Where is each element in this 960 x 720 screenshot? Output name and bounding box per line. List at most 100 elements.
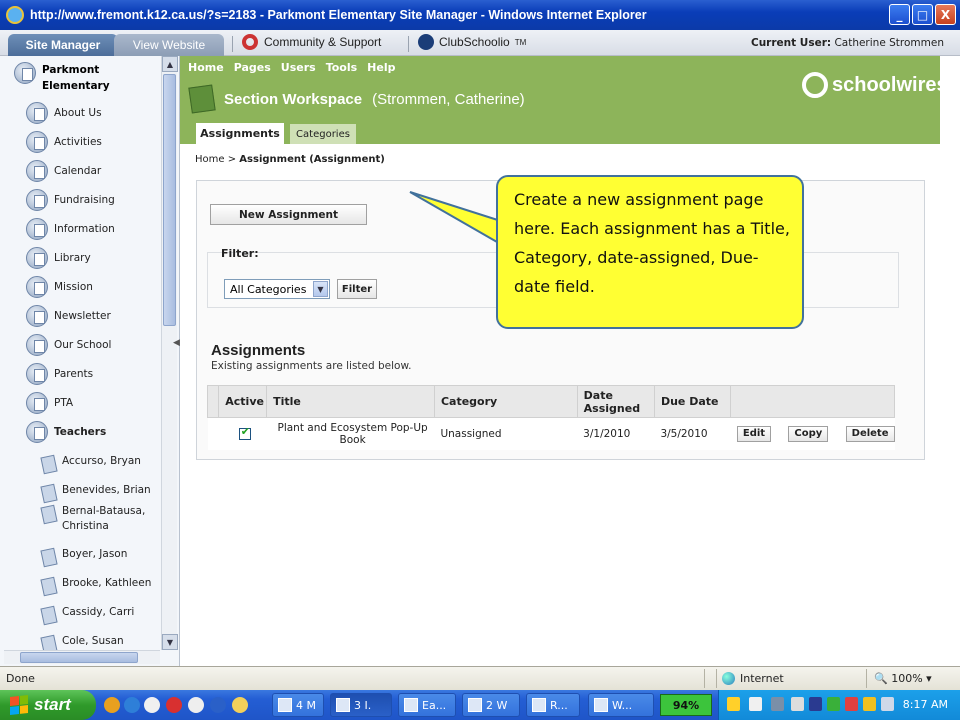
delete-button[interactable]: Delete	[845, 425, 895, 442]
maximize-button[interactable]: □	[912, 4, 933, 25]
scrollbar-thumb[interactable]	[163, 74, 176, 326]
taskbar-item-explorer[interactable]: 2 W	[462, 693, 520, 717]
minimize-button[interactable]: _	[889, 4, 910, 25]
page-icon	[38, 483, 58, 503]
nav-tools[interactable]: Tools	[326, 61, 357, 74]
sidebar-horizontal-scrollbar[interactable]	[4, 650, 160, 664]
scroll-down-icon[interactable]: ▼	[162, 634, 178, 650]
warning-icon[interactable]	[727, 697, 740, 711]
taskbar-item-ie[interactable]: 3 I.	[330, 693, 392, 717]
clock: 8:17 AM	[902, 698, 948, 711]
sidebar-item-activities[interactable]: Activities	[26, 131, 102, 153]
tray-icon[interactable]	[771, 697, 784, 711]
sidebar-vertical-scrollbar[interactable]: ▲ ▼	[161, 56, 178, 650]
clubschoolio-link[interactable]: ClubSchoolio TM	[418, 34, 526, 50]
sidebar-item-calendar[interactable]: Calendar	[26, 160, 101, 182]
edit-button[interactable]: Edit	[736, 425, 772, 442]
selected-category: All Categories	[230, 282, 307, 296]
sidebar-item-label: Our School	[54, 339, 112, 351]
task-label: 2 W	[486, 698, 508, 712]
collapse-sidebar-icon[interactable]: ◀	[173, 338, 180, 348]
page-icon	[38, 454, 58, 474]
site-manager-tab[interactable]: Site Manager	[8, 34, 118, 56]
sidebar-teacher-boyer[interactable]: Boyer, Jason	[38, 547, 127, 567]
column-spacer	[206, 385, 220, 418]
taskbar-item-word[interactable]: 4 M	[272, 693, 324, 717]
sidebar-item-fundraising[interactable]: Fundraising	[26, 189, 115, 211]
nav-help[interactable]: Help	[367, 61, 395, 74]
nav-home[interactable]: Home	[188, 61, 224, 74]
current-user: Current User: Catherine Strommen	[751, 37, 944, 49]
new-assignment-button[interactable]: New Assignment	[210, 204, 367, 225]
sidebar-root[interactable]: Parkmont Elementary	[14, 62, 110, 94]
tray-icon[interactable]	[845, 697, 858, 711]
sidebar-item-newsletter[interactable]: Newsletter	[26, 305, 111, 327]
sidebar-item-information[interactable]: Information	[26, 218, 115, 240]
page-icon	[38, 504, 58, 524]
close-button[interactable]: X	[935, 4, 956, 25]
sidebar-item-label: PTA	[54, 397, 74, 409]
sidebar-teacher-bernal-batausa[interactable]: Bernal-Batausa, Christina	[38, 504, 145, 534]
sidebar-item-parents[interactable]: Parents	[26, 363, 93, 385]
table-row: Plant and Ecosystem Pop-Up Book Unassign…	[207, 417, 895, 450]
security-zone: Internet	[722, 672, 784, 685]
globe-icon	[722, 672, 735, 685]
divider	[408, 36, 409, 52]
divider	[232, 36, 233, 52]
page-icon	[38, 576, 58, 596]
sidebar-item-pta[interactable]: PTA	[26, 392, 73, 414]
sidebar-item-teachers[interactable]: Teachers	[26, 421, 106, 443]
category-filter-select[interactable]: All Categories ▼	[224, 279, 330, 299]
sidebar-item-mission[interactable]: Mission	[26, 276, 93, 298]
mail-icon	[404, 698, 418, 712]
sidebar-teacher-accurso[interactable]: Accurso, Bryan	[38, 454, 141, 474]
quicklaunch-icon[interactable]	[232, 697, 248, 713]
taskbar-item-outlook[interactable]: Ea...	[398, 693, 456, 717]
start-button[interactable]: start	[0, 690, 96, 720]
tray-icon[interactable]	[749, 697, 762, 711]
nav-pages[interactable]: Pages	[234, 61, 271, 74]
page-icon	[26, 102, 48, 124]
community-support-link[interactable]: Community & Support	[242, 34, 381, 50]
quicklaunch-icon[interactable]	[144, 697, 160, 713]
quicklaunch-icon[interactable]	[166, 697, 182, 713]
breadcrumb-home[interactable]: Home	[195, 154, 225, 165]
registered-mark: ®	[951, 80, 959, 90]
tray-icon[interactable]	[809, 697, 822, 711]
zoom-level[interactable]: 🔍 100% ▾	[874, 672, 932, 685]
current-user-name: Catherine Strommen	[834, 37, 944, 49]
sidebar-item-library[interactable]: Library	[26, 247, 91, 269]
taskbar-item-w[interactable]: W...	[588, 693, 654, 717]
column-active: Active	[218, 385, 268, 418]
tray-icon[interactable]	[827, 697, 840, 711]
nav-users[interactable]: Users	[281, 61, 316, 74]
sidebar-teacher-brooke[interactable]: Brooke, Kathleen	[38, 576, 151, 596]
tab-categories[interactable]: Categories	[290, 124, 356, 144]
view-website-tab[interactable]: View Website	[114, 34, 224, 56]
taskbar-item-r[interactable]: R...	[526, 693, 580, 717]
copy-button[interactable]: Copy	[788, 425, 829, 442]
tab-assignments[interactable]: Assignments	[196, 123, 284, 144]
tray-icon[interactable]	[791, 697, 804, 711]
teacher-name: Cassidy, Carri	[62, 606, 135, 618]
sidebar-item-about-us[interactable]: About Us	[26, 102, 102, 124]
sidebar-item-our-school[interactable]: Our School	[26, 334, 111, 356]
volume-icon[interactable]	[881, 697, 894, 711]
quicklaunch-icon[interactable]	[210, 697, 226, 713]
sidebar-teacher-benevides[interactable]: Benevides, Brian	[38, 483, 151, 503]
teacher-name: Brooke, Kathleen	[62, 577, 152, 589]
tray-icon[interactable]	[863, 697, 876, 711]
quicklaunch-icon[interactable]	[188, 697, 204, 713]
quicklaunch-icon[interactable]	[124, 697, 140, 713]
scrollbar-thumb[interactable]	[20, 652, 138, 663]
filter-button[interactable]: Filter	[337, 279, 377, 299]
quicklaunch-icon[interactable]	[104, 697, 120, 713]
battery-indicator[interactable]: 94%	[660, 694, 712, 716]
scroll-up-icon[interactable]: ▲	[162, 56, 178, 72]
active-checkbox[interactable]	[238, 426, 251, 440]
category-cell: Unassigned	[434, 417, 578, 450]
sidebar-teacher-cassidy[interactable]: Cassidy, Carri	[38, 605, 134, 625]
start-label: start	[34, 695, 71, 714]
divider	[866, 669, 867, 688]
assignment-title[interactable]: Plant and Ecosystem Pop-Up Book	[273, 422, 433, 446]
